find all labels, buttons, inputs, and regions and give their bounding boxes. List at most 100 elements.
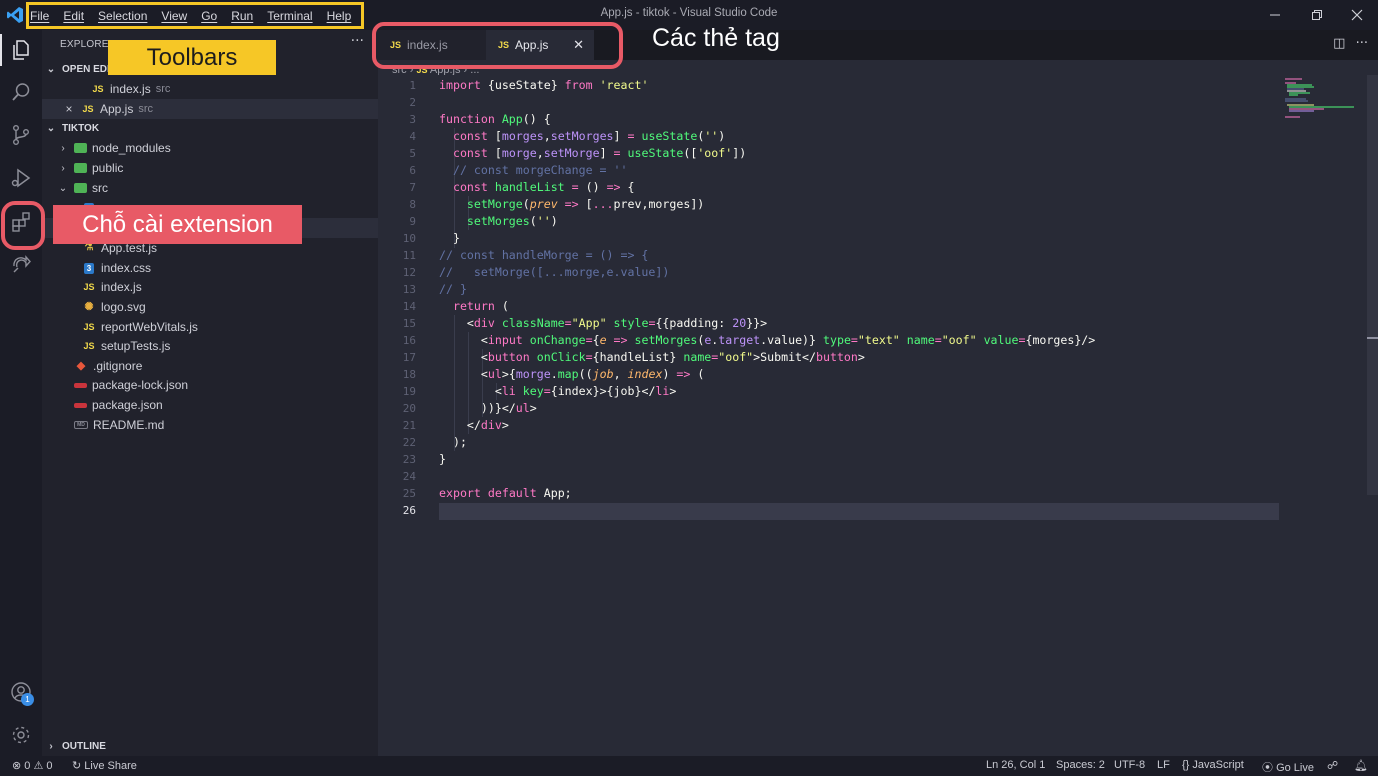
- code-line: <button onClick={handleList} name="oof">…: [439, 350, 865, 364]
- current-line-highlight: [439, 503, 1279, 520]
- css-file-icon: 3: [84, 262, 94, 274]
- split-editor-icon[interactable]: ◫: [1333, 36, 1345, 51]
- line-number: 17: [402, 351, 416, 364]
- npm-file-icon: [74, 402, 87, 408]
- source-control-icon[interactable]: [0, 115, 42, 155]
- code-line: import {useState} from 'react': [439, 78, 649, 92]
- svg-file-icon: ✺: [84, 301, 94, 313]
- tabs-annotation-box: [372, 22, 623, 69]
- more-actions-icon[interactable]: ···: [1356, 36, 1368, 51]
- code-line: <input onChange={e => setMorges(e.target…: [439, 333, 1096, 347]
- problems-indicator[interactable]: ⊗ 0 ⚠ 0: [12, 759, 53, 772]
- toolbars-annotation-label: Toolbars: [108, 40, 276, 75]
- status-bar: ⊗ 0 ⚠ 0 ↻ Live Share Ln 26, Col 1 Spaces…: [0, 756, 1378, 776]
- account-badge: 1: [21, 693, 34, 706]
- js-file-icon: JS: [92, 84, 104, 94]
- cursor-position[interactable]: Ln 26, Col 1: [986, 759, 1045, 771]
- open-editor-item-active[interactable]: × JS App.js src: [42, 99, 378, 119]
- tree-item-folder-open[interactable]: ⌄ src: [42, 178, 378, 198]
- line-number: 1: [409, 79, 416, 92]
- live-share-status[interactable]: ↻ Live Share: [72, 759, 137, 772]
- live-share-icon: ↻: [72, 760, 82, 772]
- feedback-icon[interactable]: ☍: [1327, 759, 1338, 772]
- line-number: 23: [402, 453, 416, 466]
- tree-item-file[interactable]: package-lock.json: [42, 375, 378, 395]
- line-number: 12: [402, 266, 416, 279]
- manage-gear-icon[interactable]: [0, 715, 42, 755]
- editor-actions: ◫ ···: [1333, 36, 1368, 51]
- code-line: const [morge,setMorge] = useState(['oof'…: [452, 146, 747, 160]
- code-line: return (: [452, 299, 509, 313]
- node-folder-icon: [74, 143, 87, 153]
- line-number: 20: [402, 402, 416, 415]
- tree-item-file[interactable]: 3 index.css: [42, 258, 378, 278]
- src-folder-icon: [74, 183, 87, 193]
- tree-item-file[interactable]: JS index.js: [42, 277, 378, 297]
- close-editor-icon[interactable]: ×: [64, 102, 74, 116]
- line-number: 21: [402, 419, 416, 432]
- account-icon[interactable]: 1: [0, 672, 42, 712]
- tree-item-file[interactable]: JS setupTests.js: [42, 336, 378, 356]
- explorer-icon[interactable]: [0, 30, 42, 70]
- line-number: 6: [409, 164, 416, 177]
- code-line: export default App;: [439, 486, 572, 500]
- vertical-scrollbar[interactable]: [1367, 75, 1378, 495]
- go-live-button[interactable]: ⦿ Go Live: [1262, 759, 1314, 775]
- tree-item-folder[interactable]: › node_modules: [42, 138, 378, 158]
- line-number: 5: [409, 147, 416, 160]
- code-editor[interactable]: 1 2 3 4 5 6 7 8 9 10 11 12 13 14 15 16 17 18 19 20 21 22 23 24 2…: [378, 75, 1378, 756]
- encoding-setting[interactable]: UTF-8: [1114, 759, 1145, 771]
- code-line: // setMorge([...morge,e.value]): [439, 265, 670, 279]
- markdown-file-icon: MD: [74, 421, 88, 429]
- close-icon[interactable]: [1336, 0, 1378, 30]
- braces-icon: {}: [1182, 759, 1190, 771]
- code-line: </div>: [439, 418, 509, 432]
- workspace-label: TIKTOK: [62, 123, 100, 134]
- js-file-icon: JS: [83, 282, 95, 292]
- restore-icon[interactable]: [1296, 0, 1338, 30]
- line-number: 9: [409, 215, 416, 228]
- extension-annotation-label: Chỗ cài extension: [53, 205, 302, 244]
- more-actions-icon[interactable]: ···: [351, 33, 364, 49]
- line-number: 24: [402, 470, 416, 483]
- tree-item-file[interactable]: ✺ logo.svg: [42, 297, 378, 317]
- notifications-bell-icon[interactable]: 🔔︎: [1354, 759, 1368, 772]
- line-number: 25: [402, 487, 416, 500]
- minimap[interactable]: [1284, 77, 1362, 119]
- open-editor-item[interactable]: ×JSindex.jssrc: [42, 79, 378, 99]
- code-line: <ul>{morge.map((job, index) => (: [439, 367, 705, 381]
- line-number: 26: [402, 504, 416, 517]
- indentation-setting[interactable]: Spaces: 2: [1056, 759, 1105, 771]
- public-folder-icon: [74, 163, 87, 173]
- code-line: const [morges,setMorges] = useState(''): [452, 129, 726, 143]
- error-icon: ⊗: [12, 760, 22, 772]
- run-debug-icon[interactable]: [0, 158, 42, 198]
- code-line: setMorges(''): [466, 214, 558, 228]
- line-number: 10: [402, 232, 416, 245]
- explorer-sidebar: EXPLORER ··· ⌄OPEN EDITORS ×JSindex.jssr…: [42, 30, 378, 756]
- live-share-icon[interactable]: [0, 245, 42, 285]
- code-line: <li key={index}>{job}</li>: [439, 384, 677, 398]
- language-mode[interactable]: {} JavaScript: [1182, 759, 1244, 771]
- code-line: const handleList = () => {: [452, 180, 635, 194]
- tree-item-file[interactable]: package.json: [42, 395, 378, 415]
- eol-setting[interactable]: LF: [1157, 759, 1170, 771]
- tree-item-file[interactable]: MD README.md: [42, 415, 378, 435]
- outline-section[interactable]: › OUTLINE: [46, 741, 106, 752]
- tree-item-file[interactable]: JS reportWebVitals.js: [42, 317, 378, 337]
- scrollbar-cursor-marker: [1367, 337, 1378, 339]
- broadcast-icon: ⦿: [1262, 762, 1273, 774]
- tree-item-file[interactable]: ◆ .gitignore: [42, 356, 378, 376]
- code-line: }: [439, 231, 460, 245]
- code-line: <div className="App" style={{padding: 20…: [439, 316, 768, 330]
- menu-annotation-box: [26, 2, 364, 29]
- line-number: 18: [402, 368, 416, 381]
- code-line: );: [439, 435, 467, 449]
- js-file-icon: JS: [83, 341, 95, 351]
- git-file-icon: ◆: [76, 360, 86, 372]
- tree-item-folder[interactable]: › public: [42, 158, 378, 178]
- workspace-section[interactable]: ⌄ TIKTOK: [46, 123, 99, 134]
- code-line: // const morgeChange = '': [439, 163, 628, 177]
- minimize-icon[interactable]: [1254, 0, 1296, 30]
- search-icon[interactable]: [0, 72, 42, 112]
